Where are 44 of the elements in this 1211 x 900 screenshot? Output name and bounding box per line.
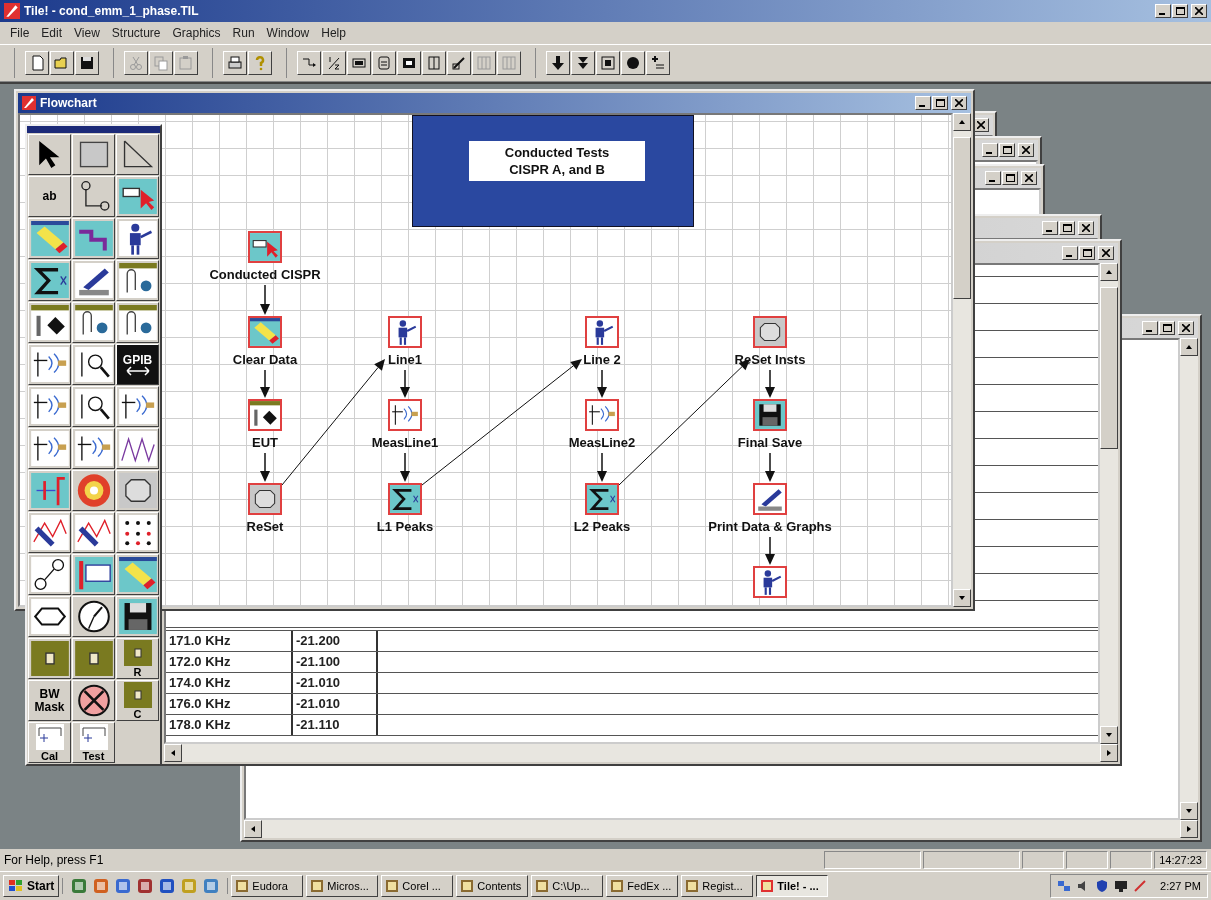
tool-button[interactable]: GPIB xyxy=(116,344,159,385)
menu-item[interactable]: Edit xyxy=(35,26,69,40)
menu-item[interactable]: View xyxy=(68,26,106,40)
menu-item[interactable]: Graphics xyxy=(166,26,227,40)
tool-button[interactable]: Cal xyxy=(28,722,71,763)
taskbar-button[interactable]: Corel ... xyxy=(381,875,454,897)
menu-item[interactable]: Run xyxy=(226,26,261,40)
node-label: MeasLine1 xyxy=(371,435,439,450)
tool-button[interactable]: R xyxy=(116,638,159,679)
tool-button[interactable]: BW Mask xyxy=(28,680,71,721)
status-time: 14:27:23 xyxy=(1154,851,1207,869)
node-label: Line1 xyxy=(388,352,422,367)
menu-item[interactable]: File xyxy=(4,26,36,40)
taskbar-button[interactable]: Micros... xyxy=(306,875,379,897)
node-label: Clear Data xyxy=(232,352,298,367)
start-button[interactable]: Start xyxy=(3,875,60,897)
taskbar-button[interactable]: Tile! - ... xyxy=(756,875,829,897)
clock: 2:27 PM xyxy=(1159,880,1201,892)
banner-label: Conducted Tests CISPR A, and B xyxy=(469,141,645,181)
tool-button[interactable]: Test xyxy=(72,722,115,763)
tool-button[interactable]: C xyxy=(116,680,159,721)
taskbar-button[interactable]: Contents xyxy=(456,875,529,897)
node-label: L2 Peaks xyxy=(573,519,631,534)
taskbar-button[interactable]: C:\Up... xyxy=(531,875,604,897)
taskbar-button[interactable]: FedEx ... xyxy=(606,875,679,897)
node-label: MeasLine2 xyxy=(568,435,636,450)
tool-button[interactable]: ab xyxy=(28,176,71,217)
node-label: ReSet xyxy=(246,519,284,534)
node-label: L1 Peaks xyxy=(376,519,434,534)
menu-item[interactable]: Window xyxy=(260,26,316,40)
node-label: Conducted CISPR xyxy=(209,267,321,282)
menu-item[interactable]: Structure xyxy=(105,26,167,40)
menu-item[interactable]: Help xyxy=(315,26,352,40)
node-label: Line 2 xyxy=(583,352,621,367)
node-label: Final Save xyxy=(737,435,803,450)
taskbar-button[interactable]: Eudora xyxy=(231,875,304,897)
table-cell: 178.0 KHz xyxy=(166,715,293,735)
window-title: Flowchart xyxy=(40,96,97,110)
app-title: Tile! - cond_emm_1_phase.TIL xyxy=(24,4,199,18)
node-label: Print Data & Graphs xyxy=(708,519,832,534)
status-text: For Help, press F1 xyxy=(4,853,105,867)
node-label: EUT xyxy=(252,435,278,450)
table-cell: -21.110 xyxy=(293,715,378,735)
taskbar-button[interactable]: Regist... xyxy=(681,875,754,897)
